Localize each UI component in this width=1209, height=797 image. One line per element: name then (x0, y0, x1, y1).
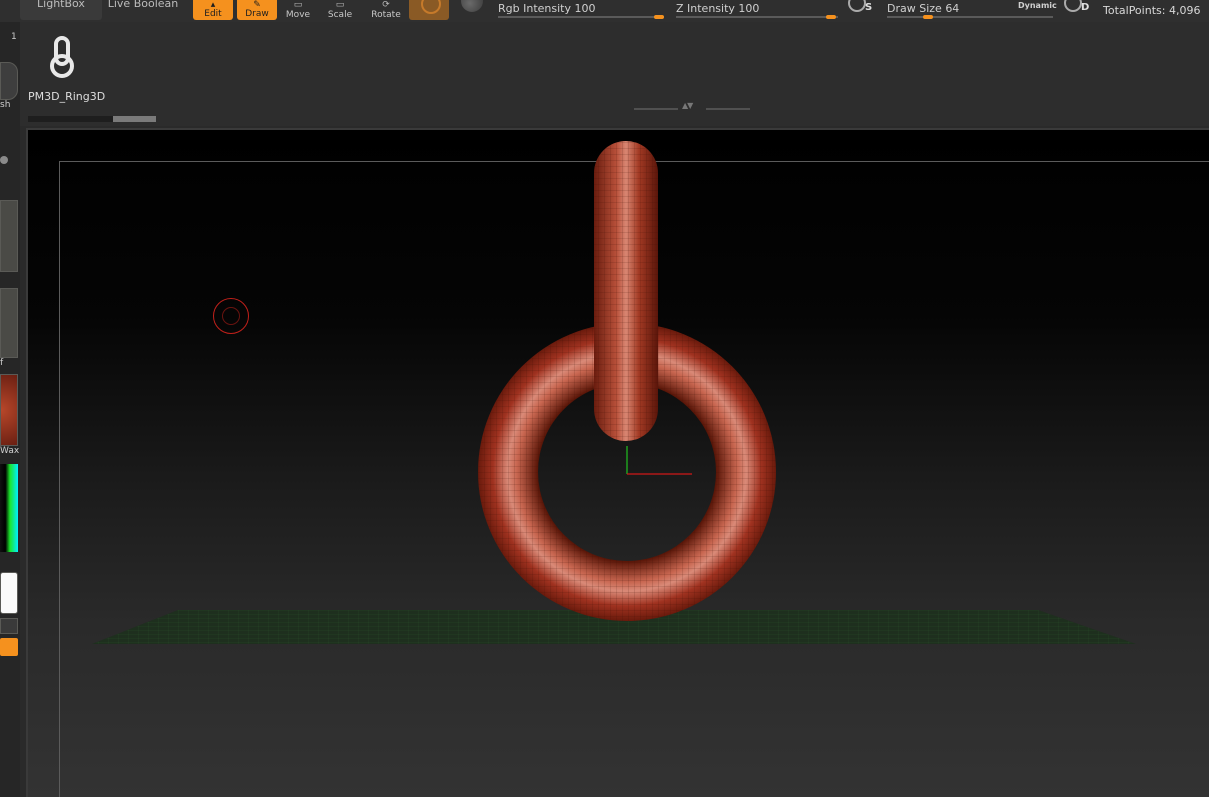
draw-size-value: 64 (945, 2, 960, 15)
rgb-intensity-track[interactable] (498, 16, 664, 18)
draw-size-knob[interactable] (923, 15, 933, 19)
stroke-thumbnail[interactable] (0, 200, 18, 272)
shelf-scrollbar-thumb[interactable] (113, 116, 156, 122)
scale-label: Scale (327, 10, 353, 20)
live-boolean-label: Live Boolean (107, 0, 179, 10)
total-points: TotalPoints: 4,096 (1103, 4, 1201, 17)
alpha-label: f (0, 358, 4, 368)
left-tray: sh f Wax (0, 22, 20, 797)
rgb-intensity-slider[interactable]: Rgb Intensity 100 (498, 0, 668, 22)
s-toggle-label: S (865, 2, 873, 13)
draw-size-label: Draw Size 64 (887, 2, 960, 15)
brush-label: sh (0, 100, 11, 110)
edit-button[interactable]: ▴ Edit (193, 0, 233, 20)
draw-button[interactable]: ✎ Draw (237, 0, 277, 20)
s-toggle-icon[interactable] (848, 0, 866, 12)
secondary-color-swatch[interactable] (0, 618, 18, 634)
move-icon: ▭ (293, 0, 303, 10)
handle-bar-right (706, 108, 750, 110)
switch-color-button[interactable] (0, 638, 18, 656)
ring3d-tool-label: PM3D_Ring3D (28, 90, 106, 103)
material-label: Wax (0, 446, 20, 456)
draw-size-track[interactable] (887, 16, 1053, 18)
top-toolbar: LightBox Live Boolean ▴ Edit ✎ Draw ▭ Mo… (0, 0, 1209, 22)
color-picker[interactable] (0, 464, 18, 552)
shelf-number: 1 (11, 32, 17, 42)
ring3d-tool-thumbnail[interactable] (42, 36, 82, 82)
scale-button[interactable]: ▭ Scale (320, 0, 360, 21)
z-intensity-slider[interactable]: Z Intensity 100 (676, 0, 842, 22)
move-label: Move (285, 10, 311, 20)
rotate-button[interactable]: ⟳ Rotate (366, 0, 406, 21)
vertical-link-mesh (594, 141, 658, 441)
draw-label: Draw (245, 9, 269, 19)
draw-icon: ✎ (253, 0, 261, 10)
lightbox-label: LightBox (37, 0, 85, 10)
d-toggle-icon[interactable] (1064, 0, 1082, 12)
shelf-scrollbar[interactable] (28, 116, 156, 122)
main-color-swatch[interactable] (0, 572, 18, 614)
scale-icon: ▭ (335, 0, 345, 10)
sphere-icon (461, 0, 483, 12)
lightbox-button[interactable]: LightBox (20, 0, 102, 20)
material-thumbnail[interactable] (0, 374, 18, 446)
material-icon (421, 0, 441, 14)
z-intensity-knob[interactable] (826, 15, 836, 19)
edit-label: Edit (204, 9, 222, 19)
sphere-button[interactable] (460, 0, 484, 14)
rgb-intensity-value: 100 (574, 2, 596, 15)
tool-shelf (20, 22, 1209, 126)
ring-mesh-scene (92, 141, 1136, 644)
z-intensity-track[interactable] (676, 16, 838, 18)
z-intensity-value: 100 (738, 2, 760, 15)
ring-link-icon (50, 36, 74, 78)
collapse-arrows-icon: ▲▼ (682, 101, 693, 110)
d-toggle-label: D (1081, 2, 1090, 13)
canvas-viewport[interactable] (26, 128, 1209, 797)
z-intensity-label: Z Intensity 100 (676, 2, 760, 15)
live-boolean-button[interactable]: Live Boolean (104, 0, 182, 20)
rgb-intensity-knob[interactable] (654, 15, 664, 19)
material-button[interactable] (409, 0, 449, 20)
brush-thumbnail[interactable] (0, 62, 18, 100)
alpha-thumbnail[interactable] (0, 288, 18, 358)
shelf-collapse-handle[interactable]: ▲▼ (634, 101, 750, 112)
edit-icon: ▴ (210, 0, 216, 10)
rotate-icon: ⟳ (382, 0, 390, 10)
stroke-dot-icon (0, 156, 8, 164)
rotate-label: Rotate (371, 10, 401, 20)
move-button[interactable]: ▭ Move (278, 0, 318, 21)
handle-bar-left (634, 108, 678, 110)
rgb-intensity-label: Rgb Intensity 100 (498, 2, 596, 15)
dynamic-toggle[interactable]: Dynamic (1018, 1, 1057, 10)
total-points-value: 4,096 (1168, 4, 1201, 17)
